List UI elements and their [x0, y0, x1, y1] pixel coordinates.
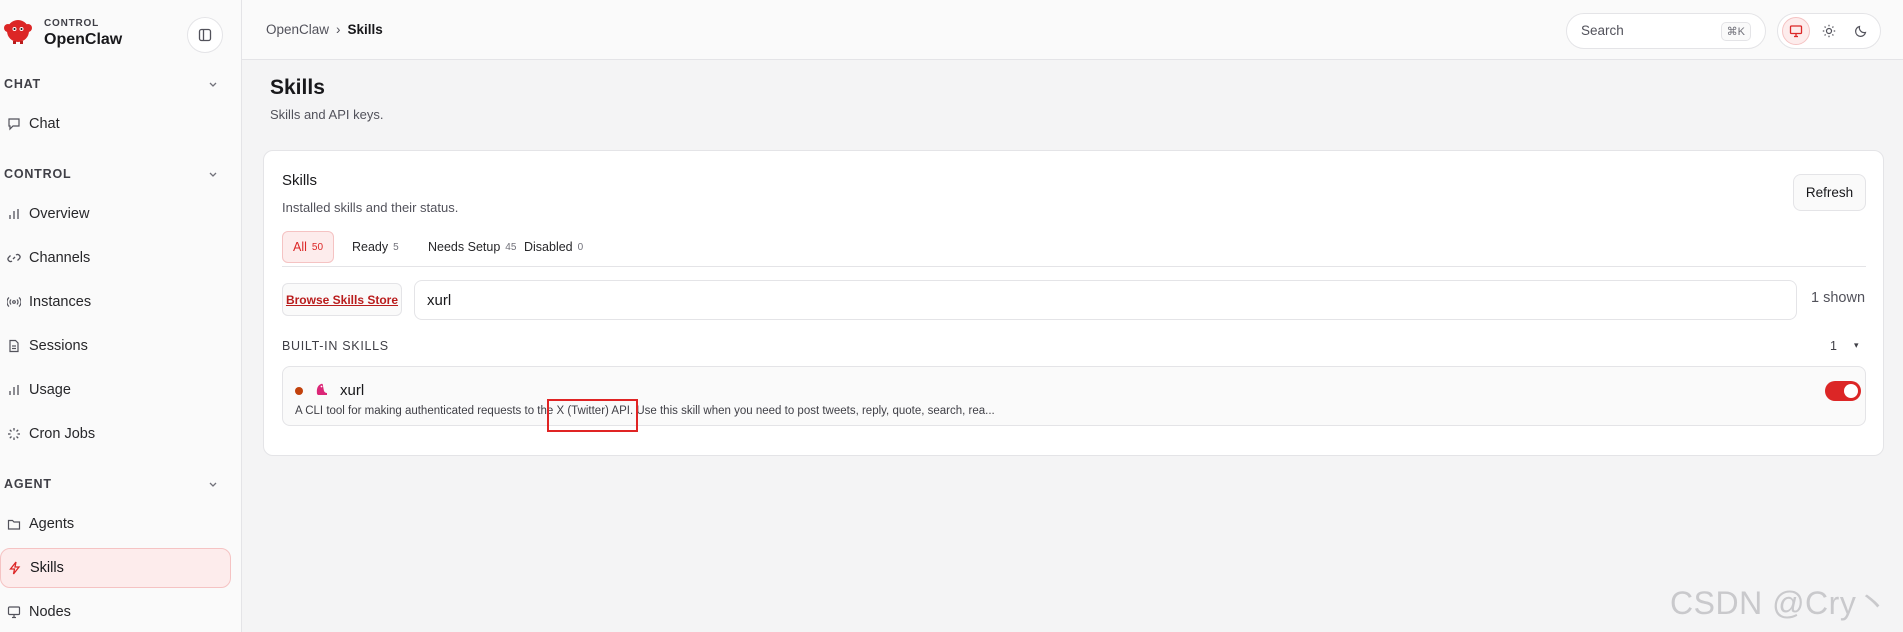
breadcrumb-current: Skills: [347, 22, 383, 37]
sidebar-item-skills[interactable]: Skills: [0, 548, 231, 588]
document-icon: [6, 338, 22, 354]
search-input[interactable]: Search ⌘K: [1566, 13, 1766, 49]
group-caret-icon[interactable]: ▾: [1854, 340, 1859, 351]
browse-skills-store-button[interactable]: Browse Skills Store: [282, 283, 402, 316]
sidebar-toggle-icon: [198, 28, 212, 42]
sidebar-item-label: Nodes: [29, 604, 71, 620]
sidebar-item-label: Chat: [29, 116, 60, 132]
sidebar-item-nodes[interactable]: Nodes: [0, 592, 231, 632]
annotation-highlight-box: [547, 399, 638, 432]
skill-emoji-icon: [316, 383, 327, 395]
sidebar-item-label: Sessions: [29, 338, 88, 354]
tab-ready[interactable]: Ready 5: [342, 231, 409, 263]
skill-name: xurl: [340, 382, 365, 399]
zap-icon: [7, 560, 23, 576]
sidebar-item-usage[interactable]: Usage: [0, 370, 231, 410]
section-label: AGENT: [4, 477, 52, 491]
skill-filter-input[interactable]: [414, 280, 1797, 320]
brand-subtitle: CONTROL: [44, 18, 100, 29]
sidebar-item-label: Agents: [29, 516, 75, 532]
divider: [282, 266, 1866, 267]
sidebar-item-sessions[interactable]: Sessions: [0, 326, 231, 366]
tab-needs-setup[interactable]: Needs Setup 45: [418, 231, 526, 263]
tab-label: All: [293, 240, 307, 254]
sidebar-item-label: Instances: [29, 294, 92, 310]
breadcrumb: OpenClaw › Skills: [266, 22, 383, 37]
section-label: CONTROL: [4, 167, 72, 181]
refresh-button[interactable]: Refresh: [1793, 174, 1866, 211]
chevron-down-icon: [209, 82, 217, 87]
tab-count: 50: [311, 241, 324, 253]
moon-icon: [1855, 25, 1867, 37]
card-subtitle: Installed skills and their status.: [282, 200, 459, 215]
chevron-down-icon: [209, 482, 217, 487]
section-agent[interactable]: AGENT: [4, 477, 224, 497]
skill-enable-toggle[interactable]: [1825, 381, 1861, 401]
top-bar: OpenClaw › Skills Search ⌘K: [242, 0, 1903, 60]
bar-chart-icon: [6, 382, 22, 398]
page-title: Skills: [270, 76, 325, 99]
page-subtitle: Skills and API keys.: [270, 107, 384, 122]
sidebar-item-chat[interactable]: Chat: [0, 104, 231, 144]
sun-icon: [1822, 24, 1836, 38]
tab-label: Needs Setup: [428, 240, 501, 254]
search-placeholder: Search: [1581, 23, 1624, 38]
link-icon: [6, 250, 22, 266]
card-title: Skills: [282, 172, 318, 189]
bar-chart-icon: [6, 206, 22, 222]
tab-label: Ready: [352, 240, 389, 254]
skill-row[interactable]: xurl A CLI tool for making authenticated…: [282, 366, 1866, 426]
breadcrumb-separator: ›: [336, 22, 341, 37]
theme-dark-button[interactable]: [1847, 17, 1875, 45]
sidebar-item-label: Overview: [29, 206, 90, 222]
group-label: BUILT-IN SKILLS: [282, 339, 389, 353]
sidebar-item-instances[interactable]: Instances: [0, 282, 231, 322]
brand-title: OpenClaw: [44, 31, 123, 48]
message-icon: [6, 116, 22, 132]
section-chat[interactable]: CHAT: [4, 77, 224, 97]
theme-toggle: [1777, 13, 1881, 49]
shown-count: 1 shown: [1811, 290, 1866, 306]
sidebar-item-label: Skills: [30, 560, 64, 576]
openclaw-logo-icon: [4, 20, 32, 44]
loader-icon: [6, 426, 22, 442]
sidebar-item-label: Cron Jobs: [29, 426, 96, 442]
tab-all[interactable]: All 50: [282, 231, 335, 263]
monitor-icon: [1789, 25, 1803, 38]
chevron-down-icon: [209, 172, 217, 177]
theme-light-button[interactable]: [1815, 17, 1843, 45]
sidebar-item-agents[interactable]: Agents: [0, 504, 231, 544]
skill-description: A CLI tool for making authenticated requ…: [295, 405, 995, 417]
radio-icon: [6, 294, 22, 310]
status-dot: [295, 387, 303, 395]
section-label: CHAT: [4, 77, 41, 91]
watermark: CSDN @Cry丶: [1670, 585, 1889, 621]
sidebar: CONTROL OpenClaw CHAT Chat CONTROL Overv…: [0, 0, 242, 632]
section-control[interactable]: CONTROL: [4, 167, 224, 187]
search-shortcut-badge: ⌘K: [1720, 22, 1751, 41]
breadcrumb-root[interactable]: OpenClaw: [266, 22, 329, 37]
theme-system-button[interactable]: [1782, 17, 1810, 45]
tab-label: Disabled: [524, 240, 573, 254]
tab-count: 0: [577, 241, 584, 253]
folder-icon: [6, 516, 22, 532]
group-count: 1: [1830, 339, 1837, 353]
sidebar-item-overview[interactable]: Overview: [0, 194, 231, 234]
skills-card: Skills Installed skills and their status…: [263, 150, 1884, 456]
toggle-knob: [1844, 384, 1858, 398]
sidebar-item-cron-jobs[interactable]: Cron Jobs: [0, 414, 231, 454]
sidebar-collapse-button[interactable]: [187, 17, 223, 53]
sidebar-item-channels[interactable]: Channels: [0, 238, 231, 278]
sidebar-item-label: Channels: [29, 250, 91, 266]
sidebar-item-label: Usage: [29, 382, 71, 398]
tab-count: 5: [393, 241, 399, 253]
monitor-icon: [6, 604, 22, 620]
tab-disabled[interactable]: Disabled 0: [514, 231, 593, 263]
